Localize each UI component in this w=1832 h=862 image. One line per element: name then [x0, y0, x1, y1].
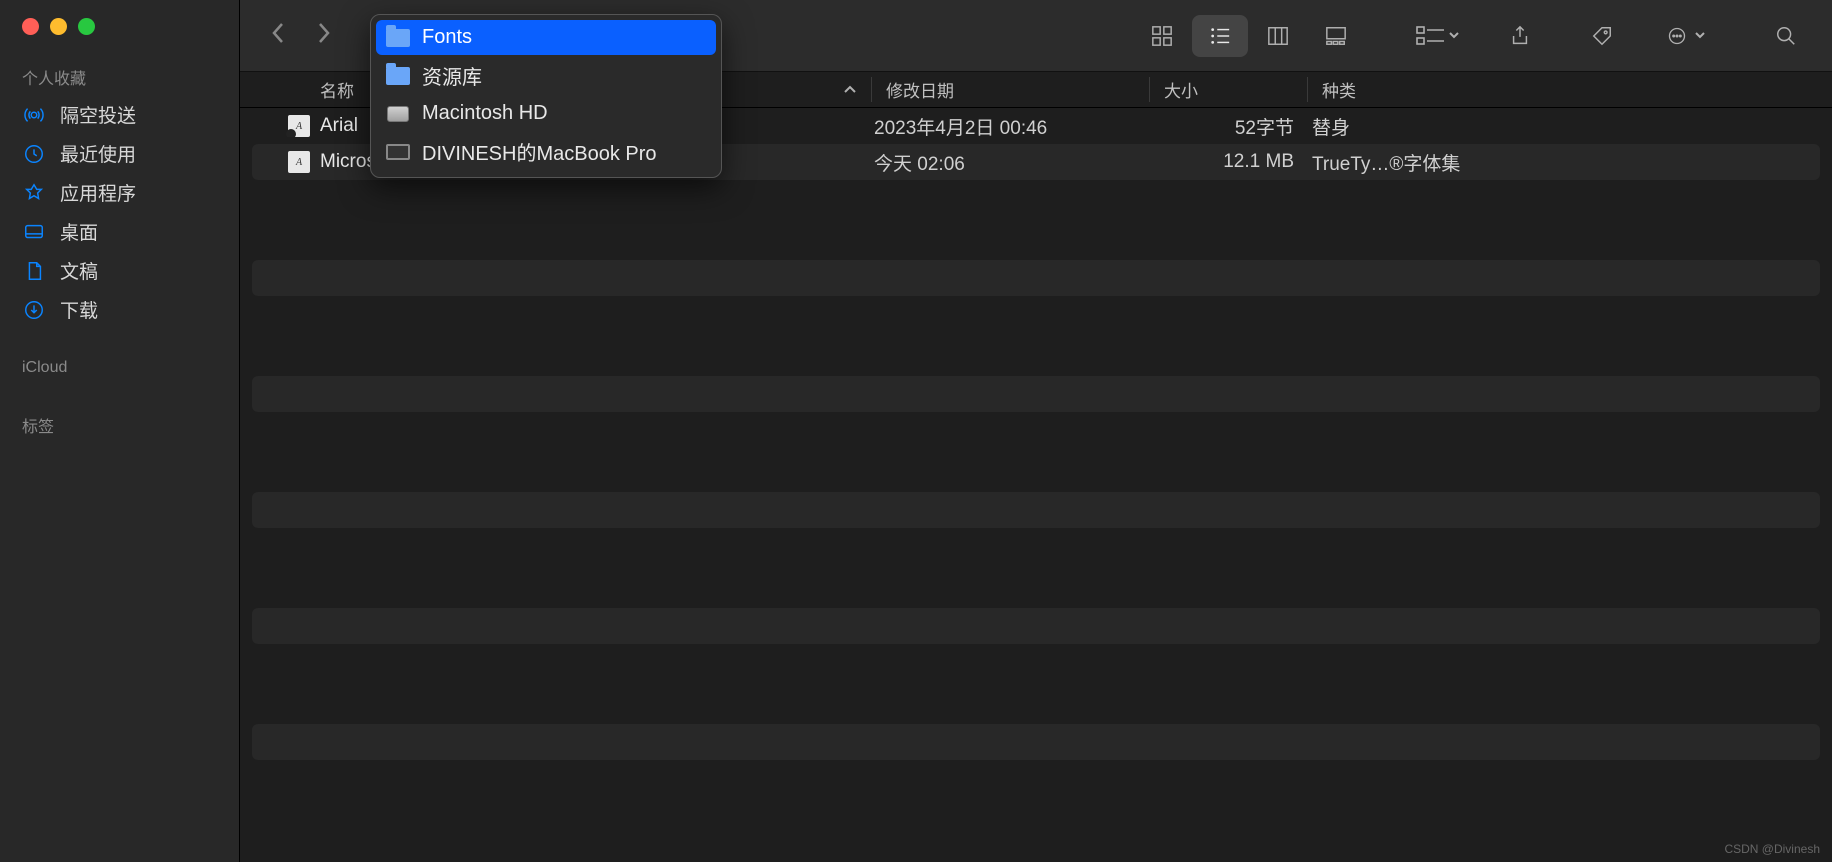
sidebar-item-label: 下载	[60, 296, 98, 323]
column-name-label: 名称	[320, 77, 354, 102]
breadcrumb-label: Fonts	[422, 26, 472, 49]
breadcrumb-item-macintosh-hd[interactable]: Macintosh HD	[376, 96, 716, 131]
desktop-icon	[22, 220, 46, 244]
file-list: A Arial 2023年4月2日 00:46 52字节 替身 A Micros…	[240, 108, 1832, 862]
macbook-icon	[386, 142, 410, 162]
action-menu-button[interactable]	[1656, 15, 1712, 57]
file-kind: TrueTy…®字体集	[1308, 149, 1820, 176]
list-view-button[interactable]	[1192, 15, 1248, 57]
column-header-date[interactable]: 修改日期	[872, 77, 1150, 102]
sidebar-item-applications[interactable]: 应用程序	[0, 173, 239, 212]
font-file-icon: A	[288, 151, 310, 173]
file-date: 2023年4月2日 00:46	[872, 113, 1150, 140]
close-window-button[interactable]	[22, 18, 39, 35]
empty-row	[252, 666, 1820, 702]
empty-row	[252, 492, 1820, 528]
minimize-window-button[interactable]	[50, 18, 67, 35]
empty-row	[252, 376, 1820, 412]
sidebar: 个人收藏 隔空投送 最近使用 应用程序 桌面 文稿 下载 iCloud 标签	[0, 0, 240, 862]
hard-drive-icon	[386, 104, 410, 124]
breadcrumb-item-computer[interactable]: DIVINESH的MacBook Pro	[376, 131, 716, 172]
applications-icon	[22, 181, 46, 205]
forward-button[interactable]	[314, 21, 334, 50]
sort-ascending-icon	[843, 80, 857, 100]
column-view-button[interactable]	[1250, 15, 1306, 57]
breadcrumb-item-library[interactable]: 资源库	[376, 55, 716, 96]
empty-row	[252, 724, 1820, 760]
chevron-down-icon	[1448, 27, 1460, 45]
sidebar-item-desktop[interactable]: 桌面	[0, 212, 239, 251]
zoom-window-button[interactable]	[78, 18, 95, 35]
sidebar-item-airdrop[interactable]: 隔空投送	[0, 95, 239, 134]
search-button[interactable]	[1758, 15, 1814, 57]
column-size-label: 大小	[1164, 82, 1198, 101]
clock-icon	[22, 142, 46, 166]
sidebar-item-label: 隔空投送	[60, 101, 136, 128]
empty-row	[252, 318, 1820, 354]
breadcrumb-path-menu: Fonts 资源库 Macintosh HD DIVINESH的MacBook …	[370, 14, 722, 178]
empty-row	[252, 434, 1820, 470]
folder-icon	[386, 28, 410, 48]
sidebar-item-recents[interactable]: 最近使用	[0, 134, 239, 173]
folder-icon	[386, 66, 410, 86]
file-size: 52字节	[1150, 113, 1308, 140]
file-date: 今天 02:06	[872, 149, 1150, 176]
file-kind: 替身	[1308, 113, 1820, 140]
sidebar-section-favorites: 个人收藏	[0, 55, 239, 95]
watermark: CSDN @Divinesh	[1724, 842, 1820, 856]
airdrop-icon	[22, 103, 46, 127]
column-header-kind[interactable]: 种类	[1308, 77, 1832, 102]
column-header-size[interactable]: 大小	[1150, 77, 1308, 102]
group-by-button[interactable]	[1410, 15, 1466, 57]
share-button[interactable]	[1492, 15, 1548, 57]
column-kind-label: 种类	[1322, 82, 1356, 101]
breadcrumb-label: DIVINESH的MacBook Pro	[422, 137, 657, 166]
sidebar-item-label: 文稿	[60, 257, 98, 284]
breadcrumb-label: 资源库	[422, 61, 482, 90]
back-button[interactable]	[268, 21, 288, 50]
download-icon	[22, 298, 46, 322]
column-date-label: 修改日期	[886, 82, 954, 101]
empty-row	[252, 550, 1820, 586]
breadcrumb-item-fonts[interactable]: Fonts	[376, 20, 716, 55]
gallery-view-button[interactable]	[1308, 15, 1364, 57]
font-alias-icon: A	[288, 115, 310, 137]
empty-row	[252, 202, 1820, 238]
icon-view-button[interactable]	[1134, 15, 1190, 57]
chevron-down-icon	[1694, 27, 1706, 45]
sidebar-item-label: 桌面	[60, 218, 98, 245]
sidebar-item-label: 应用程序	[60, 179, 136, 206]
breadcrumb-label: Macintosh HD	[422, 102, 548, 125]
view-switcher	[1134, 15, 1364, 57]
sidebar-item-label: 最近使用	[60, 140, 136, 167]
sidebar-item-downloads[interactable]: 下载	[0, 290, 239, 329]
nav-arrows	[268, 21, 334, 50]
document-icon	[22, 259, 46, 283]
sidebar-section-icloud: iCloud	[0, 349, 239, 383]
file-name: Arial	[320, 115, 358, 137]
window-controls	[0, 18, 239, 55]
empty-row	[252, 608, 1820, 644]
empty-row	[252, 260, 1820, 296]
sidebar-section-tags: 标签	[0, 403, 239, 443]
finder-window: 个人收藏 隔空投送 最近使用 应用程序 桌面 文稿 下载 iCloud 标签	[0, 0, 1832, 862]
sidebar-item-documents[interactable]: 文稿	[0, 251, 239, 290]
tags-button[interactable]	[1574, 15, 1630, 57]
file-size: 12.1 MB	[1150, 151, 1308, 173]
